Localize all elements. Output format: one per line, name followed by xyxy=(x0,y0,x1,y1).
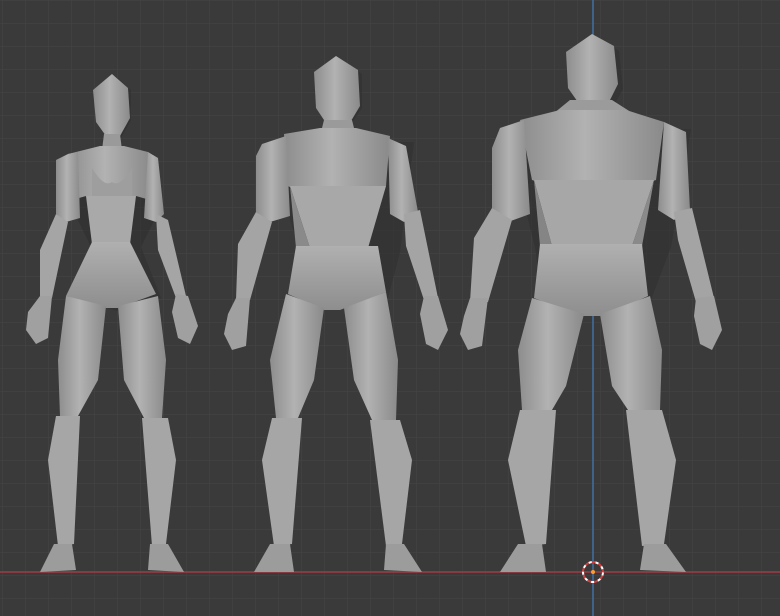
viewport-canvas[interactable] xyxy=(0,0,780,616)
3d-viewport[interactable] xyxy=(0,0,780,616)
